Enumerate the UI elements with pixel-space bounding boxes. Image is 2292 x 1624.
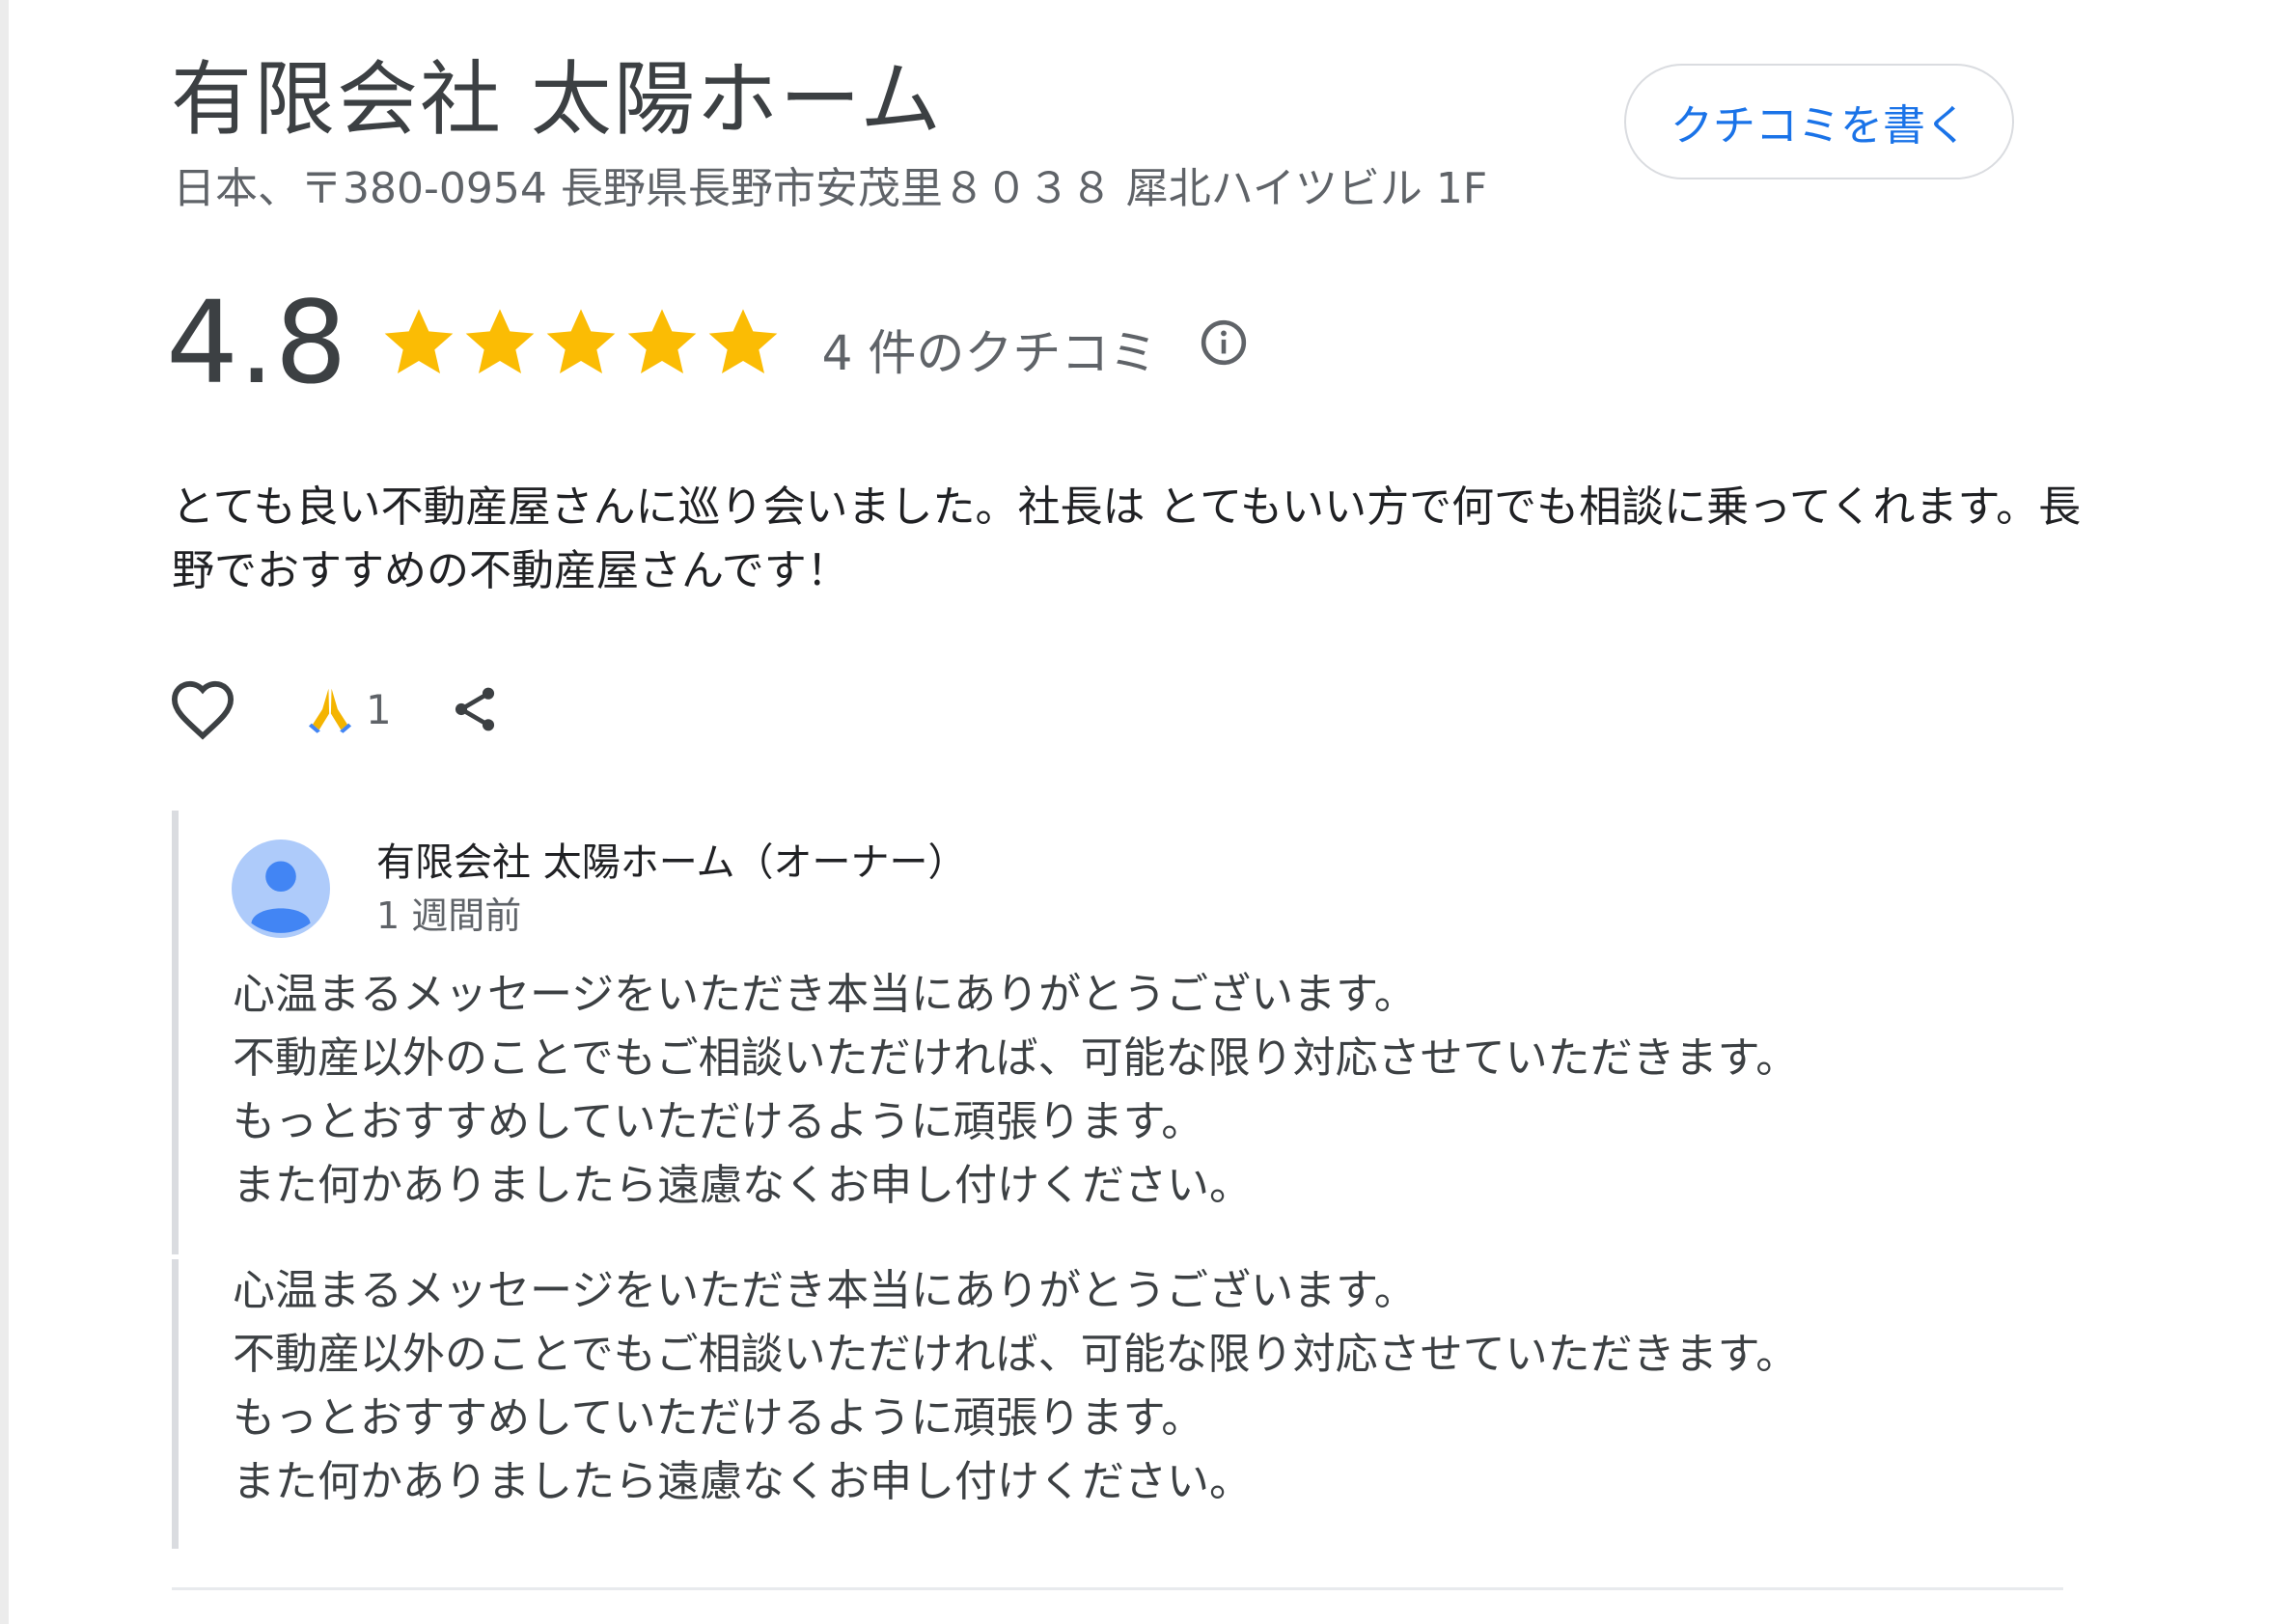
reply-timestamp: 1 週間前 (376, 895, 522, 937)
star-icon (465, 309, 535, 373)
info-icon[interactable] (1200, 318, 1248, 367)
business-name: 有限会社 太陽ホーム (171, 52, 944, 147)
owner-reply: 心温まるメッセージをいただき本当にありがとうございます。 不動産以外のことでもご… (172, 1259, 2005, 1549)
avatar (232, 840, 330, 938)
review-count[interactable]: 4 件のクチコミ (822, 315, 1158, 384)
rating-summary: 4.8 4 件のクチコミ (166, 280, 1248, 405)
owner-reply: 有限会社 太陽ホーム（オーナー） 1 週間前 心温まるメッセージをいただき本当に… (172, 811, 2005, 1254)
star-rating (380, 304, 786, 381)
reply-text: 心温まるメッセージをいただき本当にありがとうございます。 不動産以外のことでもご… (233, 970, 1799, 1210)
rating-value: 4.8 (166, 276, 347, 409)
star-icon (708, 309, 778, 373)
reply-text: 心温まるメッセージをいただき本当にありがとうございます。 不動産以外のことでもご… (233, 1266, 1799, 1506)
reaction-button[interactable]: 1 (304, 683, 392, 735)
review-page: 有限会社 太陽ホーム 日本、〒380-0954 長野県長野市安茂里８０３８ 犀北… (0, 0, 2292, 1624)
business-address: 日本、〒380-0954 長野県長野市安茂里８０３８ 犀北ハイツビル 1F (173, 164, 1488, 213)
heart-icon[interactable] (169, 678, 236, 740)
reaction-count: 1 (366, 685, 392, 733)
star-icon (627, 309, 697, 373)
left-edge-divider (0, 0, 9, 1624)
divider (172, 1587, 2063, 1590)
write-review-button[interactable]: クチコミを書く (1624, 64, 2014, 179)
share-icon[interactable] (448, 680, 502, 738)
folded-hands-icon (308, 688, 352, 733)
star-icon (384, 309, 454, 373)
star-icon (546, 309, 616, 373)
owner-name: 有限会社 太陽ホーム（オーナー） (376, 840, 967, 885)
review-text: とても良い不動産屋さんに巡り会いました。社長は とてもいい方で何でも相談に乗って… (172, 482, 2082, 595)
review-actions: 1 (169, 675, 502, 743)
